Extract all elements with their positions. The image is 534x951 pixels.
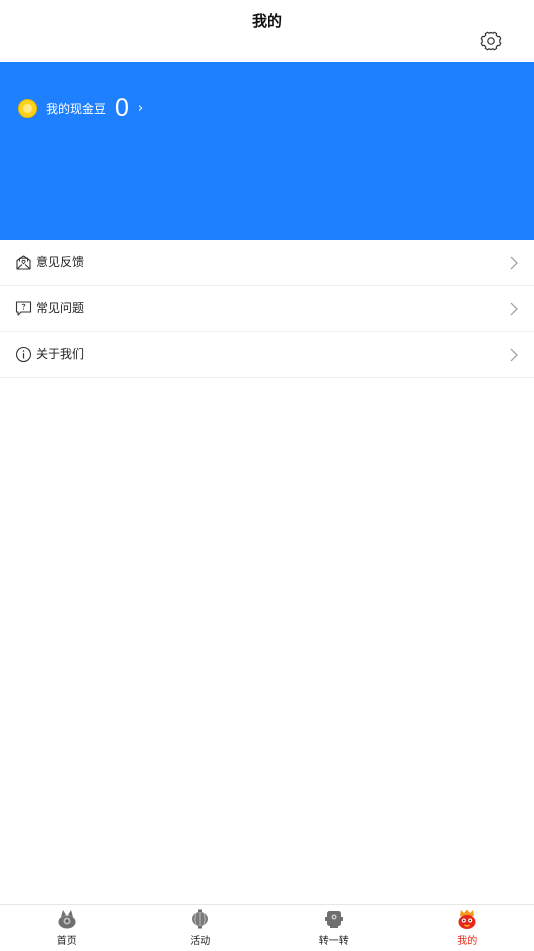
settings-menu: 意见反馈 常见问题 关于我们: [0, 240, 534, 378]
tab-activity[interactable]: 活动: [134, 905, 268, 951]
tab-spin[interactable]: 转一转: [267, 905, 401, 951]
faq-bubble-icon: [15, 300, 32, 317]
tab-home[interactable]: 首页: [0, 905, 134, 951]
coin-icon: [18, 99, 37, 118]
cash-beans-row[interactable]: 我的现金豆 0 ›: [18, 90, 143, 126]
tab-label: 我的: [401, 932, 534, 947]
menu-item-label: 常见问题: [36, 286, 84, 331]
settings-button[interactable]: [478, 28, 504, 54]
home-mascot-icon: [56, 908, 78, 930]
info-circle-icon: [15, 346, 32, 363]
chevron-right-icon: ›: [138, 101, 143, 116]
profile-mascot-icon: [456, 908, 478, 930]
tab-label: 转一转: [267, 932, 401, 947]
page-title: 我的: [0, 0, 534, 62]
tab-mine[interactable]: 我的: [401, 905, 534, 951]
bottom-tab-bar: 首页 活动 转一转 我的: [0, 904, 534, 951]
gear-icon: [478, 28, 504, 54]
cash-beans-value: 0: [115, 90, 129, 126]
chevron-right-icon: [510, 348, 518, 362]
menu-item-faq[interactable]: 常见问题: [0, 286, 534, 332]
chevron-right-icon: [510, 302, 518, 316]
lantern-icon: [189, 908, 211, 930]
tab-label: 活动: [134, 932, 268, 947]
menu-item-feedback[interactable]: 意见反馈: [0, 240, 534, 286]
menu-item-label: 关于我们: [36, 332, 84, 377]
tab-label: 首页: [0, 932, 134, 947]
chevron-right-icon: [510, 256, 518, 270]
menu-item-label: 意见反馈: [36, 240, 84, 285]
profile-banner: [0, 62, 534, 240]
cash-beans-label: 我的现金豆: [46, 100, 106, 117]
top-header: 我的: [0, 0, 534, 62]
menu-item-about[interactable]: 关于我们: [0, 332, 534, 378]
feedback-mail-icon: [15, 254, 32, 271]
robot-icon: [323, 908, 345, 930]
